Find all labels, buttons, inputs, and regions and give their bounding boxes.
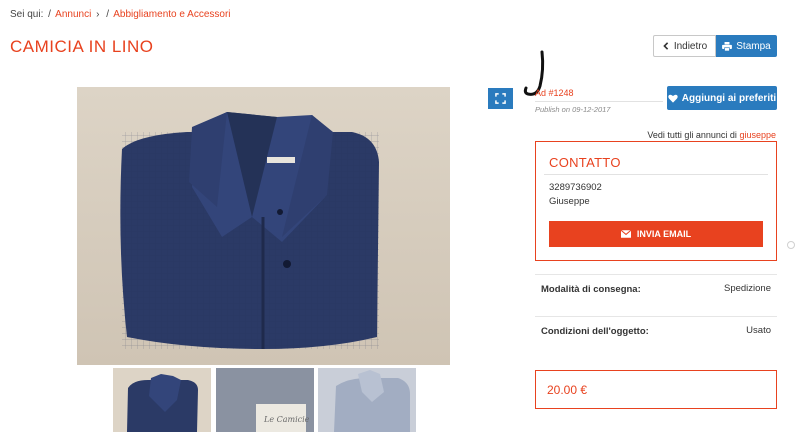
page-title: CAMICIA IN LINO	[10, 37, 154, 56]
send-email-button[interactable]: INVIA EMAIL	[549, 221, 763, 247]
send-email-label: INVIA EMAIL	[636, 229, 692, 239]
add-to-favorites-label: Aggiungi ai preferiti	[681, 92, 777, 104]
print-button[interactable]: Stampa	[716, 35, 777, 57]
main-product-photo[interactable]	[77, 87, 450, 365]
detail-value: Usato	[746, 325, 771, 336]
detail-row: Modalità di consegna: Spedizione	[535, 274, 777, 316]
shirt-photo	[77, 87, 450, 365]
detail-row: Condizioni dell'oggetto: Usato	[535, 316, 777, 358]
breadcrumb-separator: /	[106, 9, 109, 20]
publish-date: Publish on 09-12-2017	[535, 105, 611, 114]
contact-title: CONTATTO	[549, 155, 621, 170]
chevron-left-icon	[663, 42, 668, 50]
details-table: Modalità di consegna: Spedizione Condizi…	[535, 274, 777, 358]
print-button-label: Stampa	[736, 40, 771, 52]
envelope-icon	[620, 230, 631, 238]
thumbnail-3-image	[318, 368, 416, 432]
ad-id: Ad #1248	[535, 88, 574, 98]
contact-name: Giuseppe	[549, 196, 590, 207]
divider	[535, 101, 663, 102]
breadcrumb: Sei qui: / Annunci › / Abbigliamento e A…	[10, 9, 231, 20]
all-ads-by-user: Vedi tutti gli annunci di giuseppe	[647, 130, 776, 140]
thumbnail-2[interactable]: Le Camicie	[216, 368, 314, 432]
expand-icon	[495, 93, 506, 104]
add-to-favorites-button[interactable]: Aggiungi ai preferiti	[667, 86, 777, 110]
contact-box: CONTATTO 3289736902 Giuseppe INVIA EMAIL	[535, 141, 777, 261]
scroll-indicator[interactable]	[787, 241, 795, 249]
breadcrumb-separator: /	[48, 9, 51, 20]
breadcrumb-separator: ›	[96, 9, 100, 20]
detail-label: Modalità di consegna:	[541, 284, 641, 295]
contact-phone: 3289736902	[549, 182, 602, 193]
detail-value: Spedizione	[723, 283, 771, 294]
back-button[interactable]: Indietro	[653, 35, 716, 57]
breadcrumb-prefix: Sei qui:	[10, 9, 44, 20]
breadcrumb-link-category[interactable]: Abbigliamento e Accessori	[113, 9, 230, 20]
heart-icon	[668, 94, 678, 103]
back-button-label: Indietro	[673, 40, 708, 52]
thumbnail-3[interactable]	[318, 368, 416, 432]
detail-label: Condizioni dell'oggetto:	[541, 326, 649, 337]
breadcrumb-link-annunci[interactable]: Annunci	[55, 9, 91, 20]
print-icon	[722, 41, 733, 51]
divider	[544, 174, 768, 175]
fullscreen-button[interactable]	[488, 88, 513, 109]
user-profile-link[interactable]: giuseppe	[739, 130, 776, 140]
thumbnail-2-image: Le Camicie	[216, 368, 314, 432]
thumbnail-1[interactable]	[113, 368, 211, 432]
price-box: 20.00 €	[535, 370, 777, 409]
thumbnail-2-caption: Le Camicie	[263, 415, 310, 424]
all-ads-text: Vedi tutti gli annunci di	[647, 130, 737, 140]
price: 20.00 €	[547, 383, 588, 397]
thumbnail-1-image	[113, 368, 211, 432]
